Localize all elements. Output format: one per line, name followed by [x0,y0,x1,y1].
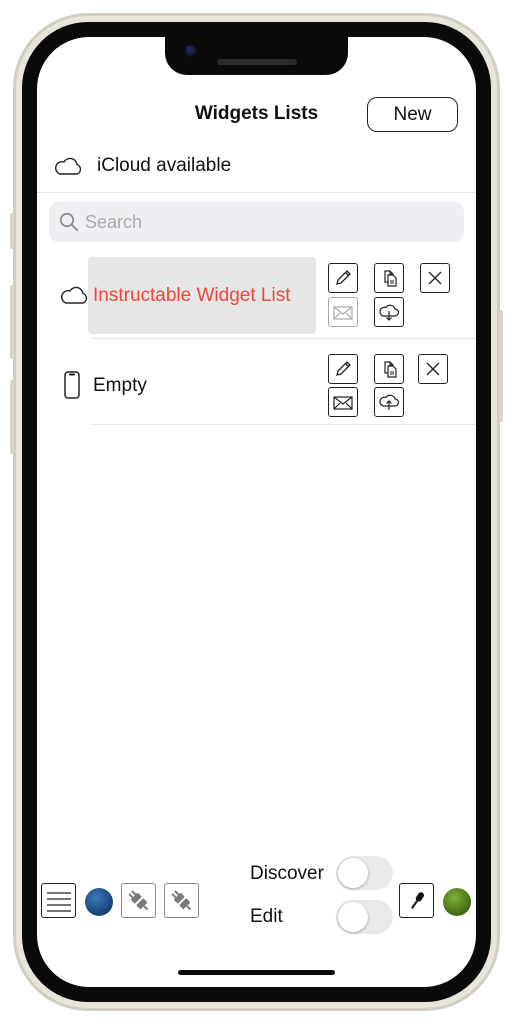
delete-list-button[interactable] [420,263,450,293]
menu-button[interactable] [41,883,76,918]
screen: Widgets Lists New iCloud available Instr… [37,37,476,987]
envelope-icon [333,306,353,320]
hamburger-menu-icon [46,891,71,912]
row-divider [93,424,476,425]
iphone-icon [64,371,80,399]
volume-up-button [10,285,14,359]
email-list-button[interactable] [328,387,358,417]
pencil-icon [336,361,351,376]
list-item-label[interactable]: Empty [93,375,147,397]
disconnect-button[interactable] [164,883,199,918]
envelope-icon [333,396,353,410]
status-indicator-dot [443,888,471,916]
copy-icon [384,270,397,287]
cloud-download-icon [379,304,400,321]
edit-label: Edit [250,906,283,927]
duplicate-list-button[interactable] [374,263,404,293]
volume-down-button [10,380,14,454]
discover-label: Discover [250,863,324,884]
icloud-status-label: iCloud available [97,155,232,176]
list-item-label[interactable]: Instructable Widget List [93,285,290,307]
edit-toggle[interactable] [336,900,393,934]
header-divider [37,192,476,193]
row-divider [93,338,476,339]
search-bar[interactable] [49,202,464,242]
cloud-icon [54,157,82,175]
plug-icon [127,889,148,910]
edit-list-button[interactable] [328,263,358,293]
edit-list-button[interactable] [328,354,358,384]
email-list-button[interactable] [328,297,358,327]
icloud-status: iCloud available [53,153,231,179]
cloud-icon [60,286,88,304]
close-icon [426,362,440,376]
front-camera [185,45,197,57]
microphone-icon [410,891,424,909]
microphone-button[interactable] [399,883,434,918]
search-icon [59,212,78,231]
discover-toggle[interactable] [336,856,393,890]
mute-switch [10,213,14,249]
duplicate-list-button[interactable] [374,354,404,384]
plug-icon [170,889,191,910]
power-button [499,310,503,422]
copy-icon [384,361,397,378]
home-indicator [178,970,335,975]
close-icon [428,271,442,285]
toggle-knob [338,902,368,932]
cloud-upload-icon [379,394,400,410]
download-from-cloud-button[interactable] [374,297,404,327]
connect-button[interactable] [121,883,156,918]
status-indicator-dot [85,888,113,916]
upload-to-cloud-button[interactable] [374,387,404,417]
new-button[interactable]: New [367,97,458,132]
search-input[interactable] [85,211,425,233]
toggle-knob [338,858,368,888]
delete-list-button[interactable] [418,354,448,384]
speaker [217,59,297,65]
pencil-icon [336,270,351,285]
